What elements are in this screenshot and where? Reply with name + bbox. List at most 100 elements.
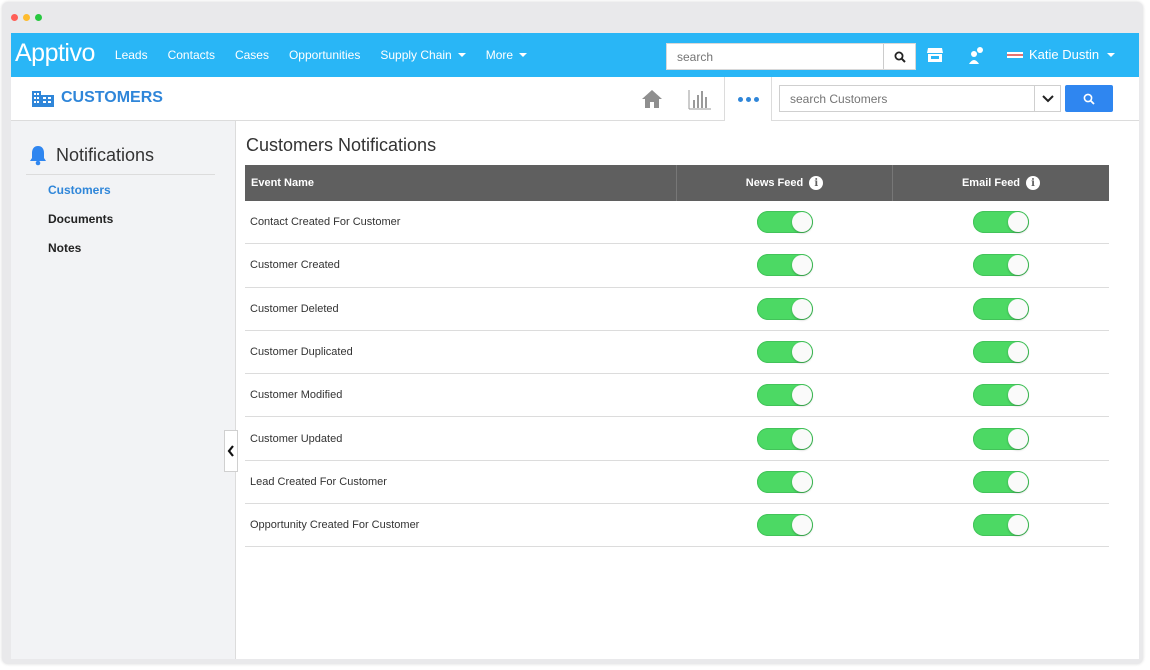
news-feed-toggle[interactable] bbox=[757, 341, 813, 364]
browser-window: Apptivo Leads Contacts Cases Opportunities S… bbox=[2, 2, 1143, 664]
global-search-input[interactable] bbox=[667, 44, 883, 69]
column-header-news-feed: News Feed i bbox=[677, 165, 893, 201]
sidebar-divider bbox=[26, 174, 215, 175]
customer-search bbox=[779, 85, 1061, 112]
toggle-knob bbox=[792, 212, 812, 233]
sidebar-title-label: Notifications bbox=[56, 144, 155, 165]
settings-sidebar: Notifications Customers Documents Notes bbox=[11, 121, 236, 659]
chevron-down-icon bbox=[1107, 52, 1116, 57]
event-name-cell: Customer Created bbox=[250, 259, 340, 272]
toggle-knob bbox=[1008, 471, 1028, 492]
module-title[interactable]: CUSTOMERS bbox=[31, 88, 163, 108]
email-feed-toggle[interactable] bbox=[973, 254, 1029, 277]
search-filter-dropdown[interactable] bbox=[1034, 86, 1060, 111]
global-search-button[interactable] bbox=[883, 44, 915, 69]
email-feed-toggle[interactable] bbox=[973, 470, 1029, 493]
notifications-table: Event Name News Feed i Email Feed i Cont… bbox=[245, 165, 1109, 548]
nav-item-supply-chain[interactable]: Supply Chain bbox=[370, 48, 475, 62]
info-icon[interactable]: i bbox=[809, 176, 824, 190]
email-feed-toggle[interactable] bbox=[973, 514, 1029, 537]
nav-item-label: Leads bbox=[114, 48, 148, 62]
news-feed-toggle[interactable] bbox=[757, 254, 813, 277]
collapse-sidebar-handle[interactable] bbox=[224, 430, 238, 472]
news-feed-toggle[interactable] bbox=[757, 470, 813, 493]
more-options-tab[interactable] bbox=[724, 77, 772, 121]
toggle-knob bbox=[792, 298, 812, 319]
table-row: Customer Created bbox=[245, 244, 1109, 288]
nav-item-leads[interactable]: Leads bbox=[105, 48, 158, 62]
building-icon bbox=[32, 91, 54, 107]
people-icon[interactable] bbox=[966, 44, 988, 71]
dot bbox=[737, 96, 743, 102]
event-name-cell: Customer Updated bbox=[250, 432, 343, 445]
module-title-label: CUSTOMERS bbox=[61, 89, 163, 106]
bar-chart-icon[interactable] bbox=[688, 88, 712, 115]
bell-icon bbox=[30, 146, 46, 166]
email-feed-toggle[interactable] bbox=[973, 211, 1029, 234]
chevron-left-icon bbox=[227, 445, 234, 457]
nav-item-cases[interactable]: Cases bbox=[225, 48, 279, 62]
toggle-knob bbox=[1008, 255, 1028, 276]
main-nav: Leads Contacts Cases Opportunities Supply Ch… bbox=[105, 48, 537, 62]
home-icon[interactable] bbox=[641, 88, 663, 115]
global-search bbox=[666, 43, 916, 70]
toggle-knob bbox=[792, 255, 812, 276]
news-feed-cell bbox=[677, 514, 893, 537]
table-row: Customer Deleted bbox=[245, 288, 1109, 331]
email-feed-cell bbox=[893, 384, 1109, 407]
email-feed-toggle[interactable] bbox=[973, 384, 1029, 407]
toggle-knob bbox=[1008, 428, 1028, 449]
news-feed-cell bbox=[677, 427, 893, 450]
news-feed-label: News Feed bbox=[745, 177, 804, 189]
event-name-cell: Contact Created For Customer bbox=[250, 216, 401, 229]
event-name-cell: Customer Deleted bbox=[250, 302, 339, 315]
customer-search-button[interactable] bbox=[1065, 85, 1113, 112]
news-feed-cell bbox=[677, 384, 893, 407]
table-row: Contact Created For Customer bbox=[245, 201, 1109, 245]
nav-item-opportunities[interactable]: Opportunities bbox=[279, 48, 370, 62]
nav-item-label: Cases bbox=[234, 48, 269, 62]
maximize-window-dot[interactable] bbox=[35, 14, 42, 21]
toggle-knob bbox=[792, 342, 812, 363]
store-icon[interactable] bbox=[925, 45, 945, 70]
nav-item-label: Contacts bbox=[167, 48, 215, 62]
news-feed-cell bbox=[677, 211, 893, 234]
email-feed-toggle[interactable] bbox=[973, 297, 1029, 320]
email-feed-cell bbox=[893, 341, 1109, 364]
nav-item-more[interactable]: More bbox=[476, 48, 537, 62]
info-icon[interactable]: i bbox=[1026, 176, 1041, 190]
email-feed-cell bbox=[893, 297, 1109, 320]
email-feed-toggle[interactable] bbox=[973, 427, 1029, 450]
customer-search-input[interactable] bbox=[780, 86, 1034, 111]
app-logo[interactable]: Apptivo bbox=[15, 39, 95, 68]
module-header: CUSTOMERS bbox=[11, 77, 1139, 121]
table-row: Customer Duplicated bbox=[245, 331, 1109, 375]
event-name-cell: Lead Created For Customer bbox=[250, 475, 387, 488]
minimize-window-dot[interactable] bbox=[23, 14, 30, 21]
toggle-knob bbox=[1008, 342, 1028, 363]
chevron-down-icon bbox=[457, 53, 466, 57]
search-icon bbox=[894, 51, 906, 63]
sidebar-item-customers[interactable]: Customers bbox=[48, 183, 111, 197]
sidebar-item-notes[interactable]: Notes bbox=[48, 241, 81, 255]
table-row: Customer Updated bbox=[245, 417, 1109, 461]
dot bbox=[753, 96, 759, 102]
news-feed-toggle[interactable] bbox=[757, 211, 813, 234]
email-feed-cell bbox=[893, 427, 1109, 450]
news-feed-toggle[interactable] bbox=[757, 297, 813, 320]
sidebar-item-documents[interactable]: Documents bbox=[48, 212, 113, 226]
search-icon bbox=[1083, 93, 1095, 105]
table-row: Opportunity Created For Customer bbox=[245, 504, 1109, 548]
toggle-knob bbox=[1008, 212, 1028, 233]
news-feed-toggle[interactable] bbox=[757, 427, 813, 450]
close-window-dot[interactable] bbox=[11, 14, 18, 21]
news-feed-toggle[interactable] bbox=[757, 384, 813, 407]
column-header-event-name: Event Name bbox=[245, 165, 677, 201]
email-feed-toggle[interactable] bbox=[973, 341, 1029, 364]
nav-item-contacts[interactable]: Contacts bbox=[158, 48, 225, 62]
news-feed-cell bbox=[677, 341, 893, 364]
user-menu[interactable]: Katie Dustin bbox=[1007, 47, 1116, 62]
news-feed-toggle[interactable] bbox=[757, 514, 813, 537]
toggle-knob bbox=[792, 515, 812, 536]
nav-item-label: Supply Chain bbox=[380, 48, 452, 62]
